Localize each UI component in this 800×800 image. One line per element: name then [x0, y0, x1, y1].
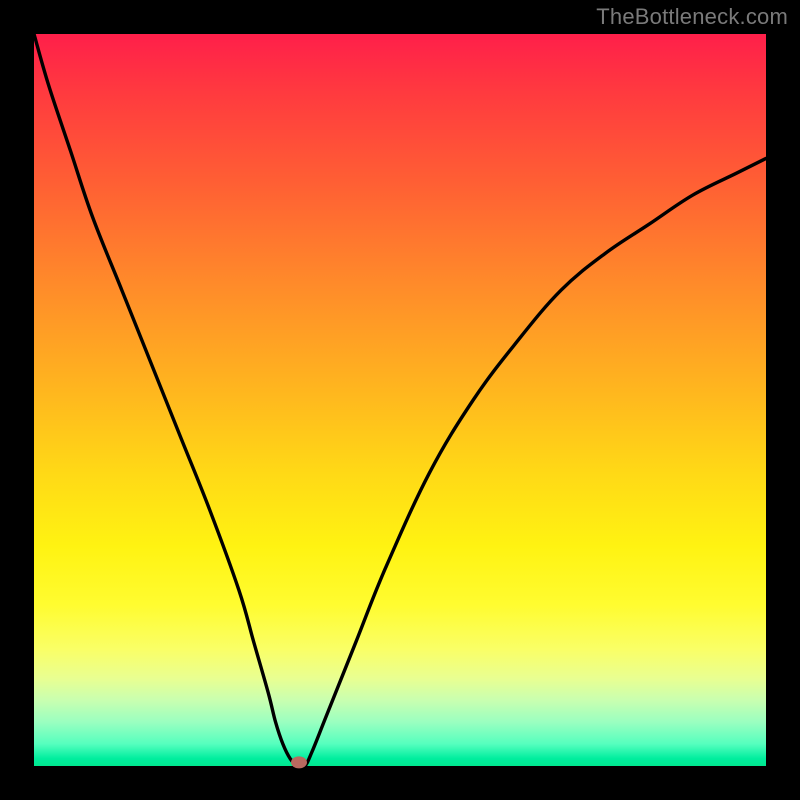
optimal-point-marker — [291, 756, 307, 768]
bottleneck-curve — [34, 34, 766, 768]
watermark-text: TheBottleneck.com — [596, 4, 788, 30]
chart-frame: TheBottleneck.com — [0, 0, 800, 800]
plot-area — [34, 34, 766, 766]
bottleneck-curve-svg — [34, 34, 766, 766]
